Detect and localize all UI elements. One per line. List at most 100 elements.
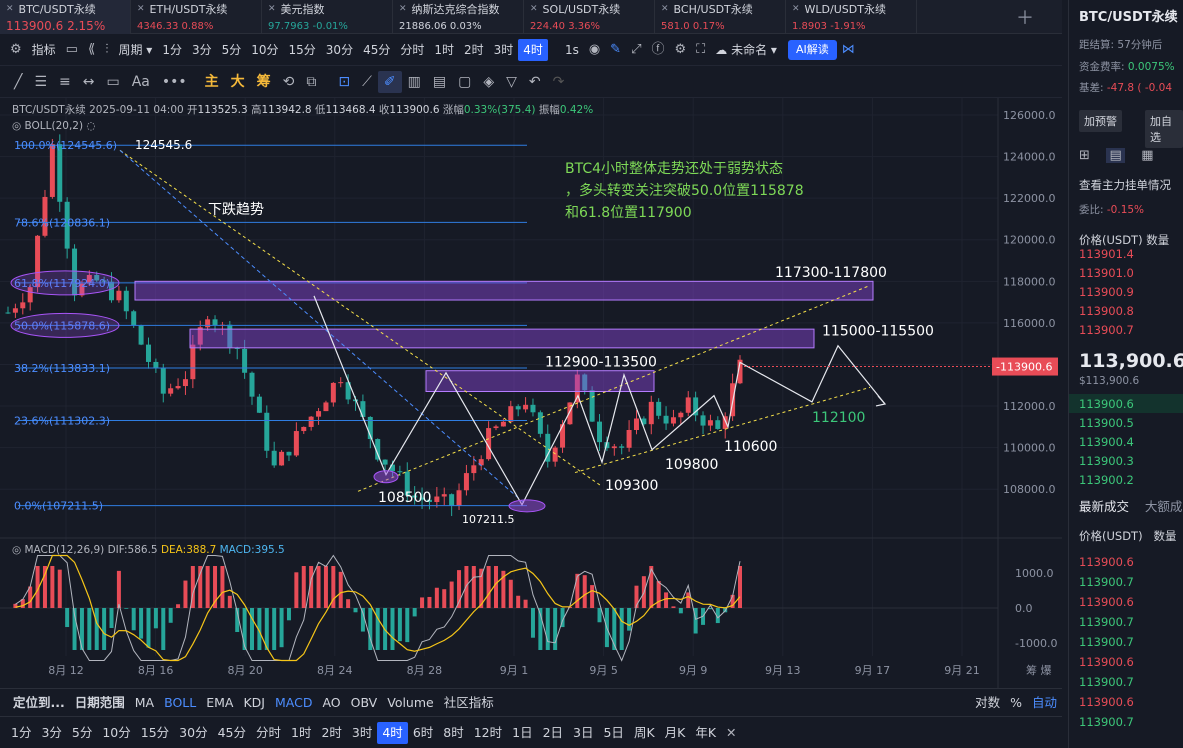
interval-11[interactable]: 4时 <box>518 38 548 61</box>
big-order-button[interactable]: 大 <box>225 71 251 93</box>
indicator-settings-icon[interactable]: ⓕ <box>646 39 669 61</box>
big-trades-tab[interactable]: 大额成 <box>1145 499 1183 514</box>
bottom-interval-20[interactable]: 月K <box>660 722 691 744</box>
redo-icon[interactable]: ↷ <box>547 71 571 93</box>
candle-icon[interactable]: ▥ <box>402 71 427 93</box>
text-tool-icon[interactable]: Aa <box>126 71 156 93</box>
ray-tool-icon[interactable]: ↔ <box>77 71 101 93</box>
indicator-tab-8[interactable]: OBV <box>346 692 383 714</box>
ask-price[interactable]: 113900.8 <box>1079 304 1134 318</box>
period-select[interactable]: 周期 ▾ <box>113 39 157 61</box>
fullscreen-icon[interactable]: ⤢ <box>626 39 646 61</box>
close-icon[interactable]: ✕ <box>6 4 14 14</box>
note-icon[interactable]: ▢ <box>452 71 477 93</box>
magnet-icon[interactable]: ⟲ <box>277 71 301 93</box>
bottom-interval-16[interactable]: 2日 <box>538 722 568 744</box>
filter-icon[interactable]: ▽ <box>500 71 523 93</box>
bottom-interval-0[interactable]: 1分 <box>6 722 36 744</box>
chips-button[interactable]: 筹 <box>251 71 277 93</box>
ask-price[interactable]: 113900.7 <box>1079 323 1134 337</box>
bottom-interval-9[interactable]: 2时 <box>316 722 346 744</box>
bottom-interval-5[interactable]: 30分 <box>174 722 212 744</box>
indicator-tab-11[interactable]: 对数 <box>970 692 1005 714</box>
symbol-tab[interactable]: ✕ BTC/USDT永续 113900.6 2.15% <box>0 0 131 34</box>
bottom-interval-2[interactable]: 5分 <box>67 722 97 744</box>
symbol-tab[interactable]: ✕ BCH/USDT永续 581.0 0.17% <box>655 0 786 34</box>
latest-trades-tab[interactable]: 最新成交 <box>1079 499 1129 514</box>
bottom-interval-11[interactable]: 4时 <box>377 721 408 744</box>
symbol-tab[interactable]: ✕ 纳斯达克综合指数 21886.06 0.03% <box>393 0 524 34</box>
indicator-tab-13[interactable]: 自动 <box>1027 692 1062 714</box>
brush-icon[interactable]: ✐ <box>377 70 402 93</box>
indicator-tab-3[interactable]: BOLL <box>159 692 201 714</box>
undo-icon[interactable]: ↶ <box>523 71 547 93</box>
more-icon[interactable]: ••• <box>156 71 193 93</box>
bottom-interval-3[interactable]: 10分 <box>97 722 135 744</box>
depth-title[interactable]: 查看主力挂单情况 <box>1079 177 1171 193</box>
indicator-tab-5[interactable]: KDJ <box>238 692 270 714</box>
indicator-button[interactable]: 指标 <box>27 39 61 61</box>
bottom-interval-13[interactable]: 8时 <box>438 722 468 744</box>
depth-bid-icon[interactable]: ▤ <box>1106 148 1125 163</box>
indicator-icon[interactable]: ⚙ <box>0 39 27 61</box>
close-icon[interactable]: ✕ <box>792 4 800 14</box>
close-icon[interactable]: ✕ <box>399 4 407 14</box>
interval-0[interactable]: 1分 <box>157 39 187 61</box>
bottom-interval-18[interactable]: 5日 <box>598 722 628 744</box>
eye-icon[interactable]: ◌ <box>86 120 95 132</box>
draw-active-icon[interactable]: ⊡ <box>332 71 356 93</box>
bottom-interval-14[interactable]: 12时 <box>469 722 507 744</box>
interval-6[interactable]: 45分 <box>358 39 395 61</box>
indicator-tab-7[interactable]: AO <box>317 692 345 714</box>
back-icon[interactable]: ⟪ <box>83 39 100 61</box>
expand-icon[interactable]: ⛶ <box>691 39 710 61</box>
ask-price[interactable]: 113900.9 <box>1079 285 1134 299</box>
close-icon[interactable]: ✕ <box>530 4 538 14</box>
bid-price[interactable]: 113900.6 <box>1079 397 1134 411</box>
bottom-interval-10[interactable]: 3时 <box>347 722 377 744</box>
interval-7[interactable]: 分时 <box>395 39 429 61</box>
add-watchlist-button[interactable]: 加自选 <box>1145 110 1183 148</box>
line-tool-icon[interactable]: ╱ <box>8 71 28 93</box>
bid-price[interactable]: 113900.4 <box>1079 435 1134 449</box>
bottom-interval-17[interactable]: 3日 <box>568 722 598 744</box>
calendar-icon[interactable]: ▭ <box>61 39 83 61</box>
bottom-interval-8[interactable]: 1时 <box>286 722 316 744</box>
close-icon[interactable]: ✕ <box>721 722 741 744</box>
layers-icon[interactable]: ⧉ <box>300 71 322 93</box>
bottom-interval-1[interactable]: 3分 <box>36 722 66 744</box>
view-mode-tabs[interactable]: ⊞ ▤ ▦ <box>1079 148 1154 163</box>
add-alert-button[interactable]: 加预警 <box>1079 110 1122 132</box>
boll-legend[interactable]: ◎ BOLL(20,2) ◌ <box>12 120 96 132</box>
interval-8[interactable]: 1时 <box>429 39 459 61</box>
indicator-tab-6[interactable]: MACD <box>270 692 317 714</box>
close-icon[interactable]: ✕ <box>661 4 669 14</box>
bid-price[interactable]: 113900.3 <box>1079 454 1134 468</box>
seconds-button[interactable]: 1s <box>560 39 584 61</box>
compare-icon[interactable]: ⫶ <box>100 39 113 61</box>
interval-5[interactable]: 30分 <box>321 39 358 61</box>
layout-select[interactable]: ☁ 未命名 ▾ <box>710 39 782 61</box>
add-tab-icon[interactable]: ＋ <box>1016 4 1034 30</box>
hline-tool-icon[interactable]: ☰ <box>28 71 53 93</box>
price-chart[interactable]: 108000.0110000.0112000.0114000.0116000.0… <box>0 98 1062 688</box>
depth-both-icon[interactable]: ⊞ <box>1079 148 1090 163</box>
bottom-interval-6[interactable]: 45分 <box>213 722 251 744</box>
depth-ask-icon[interactable]: ▦ <box>1141 148 1153 163</box>
interval-9[interactable]: 2时 <box>459 39 489 61</box>
bottom-interval-12[interactable]: 6时 <box>408 722 438 744</box>
close-icon[interactable]: ✕ <box>268 4 276 14</box>
trades-tabs[interactable]: 最新成交 大额成 <box>1079 496 1182 515</box>
interval-4[interactable]: 15分 <box>284 39 321 61</box>
symbol-tab[interactable]: ✕ 美元指数 97.7963 -0.01% <box>262 0 393 34</box>
share-icon[interactable]: ⋈ <box>837 39 860 61</box>
bid-price[interactable]: 113900.5 <box>1079 416 1134 430</box>
bid-price[interactable]: 113900.2 <box>1079 473 1134 487</box>
interval-10[interactable]: 3时 <box>489 39 519 61</box>
indicator-tab-9[interactable]: Volume <box>382 692 439 714</box>
symbol-tab[interactable]: ✕ WLD/USDT永续 1.8903 -1.91% <box>786 0 917 34</box>
indicator-tab-0[interactable]: 定位到... <box>8 692 70 714</box>
symbol-tab[interactable]: ✕ ETH/USDT永续 4346.33 0.88% <box>131 0 262 34</box>
bottom-interval-7[interactable]: 分时 <box>251 722 286 744</box>
camera-icon[interactable]: ◉ <box>584 39 605 61</box>
